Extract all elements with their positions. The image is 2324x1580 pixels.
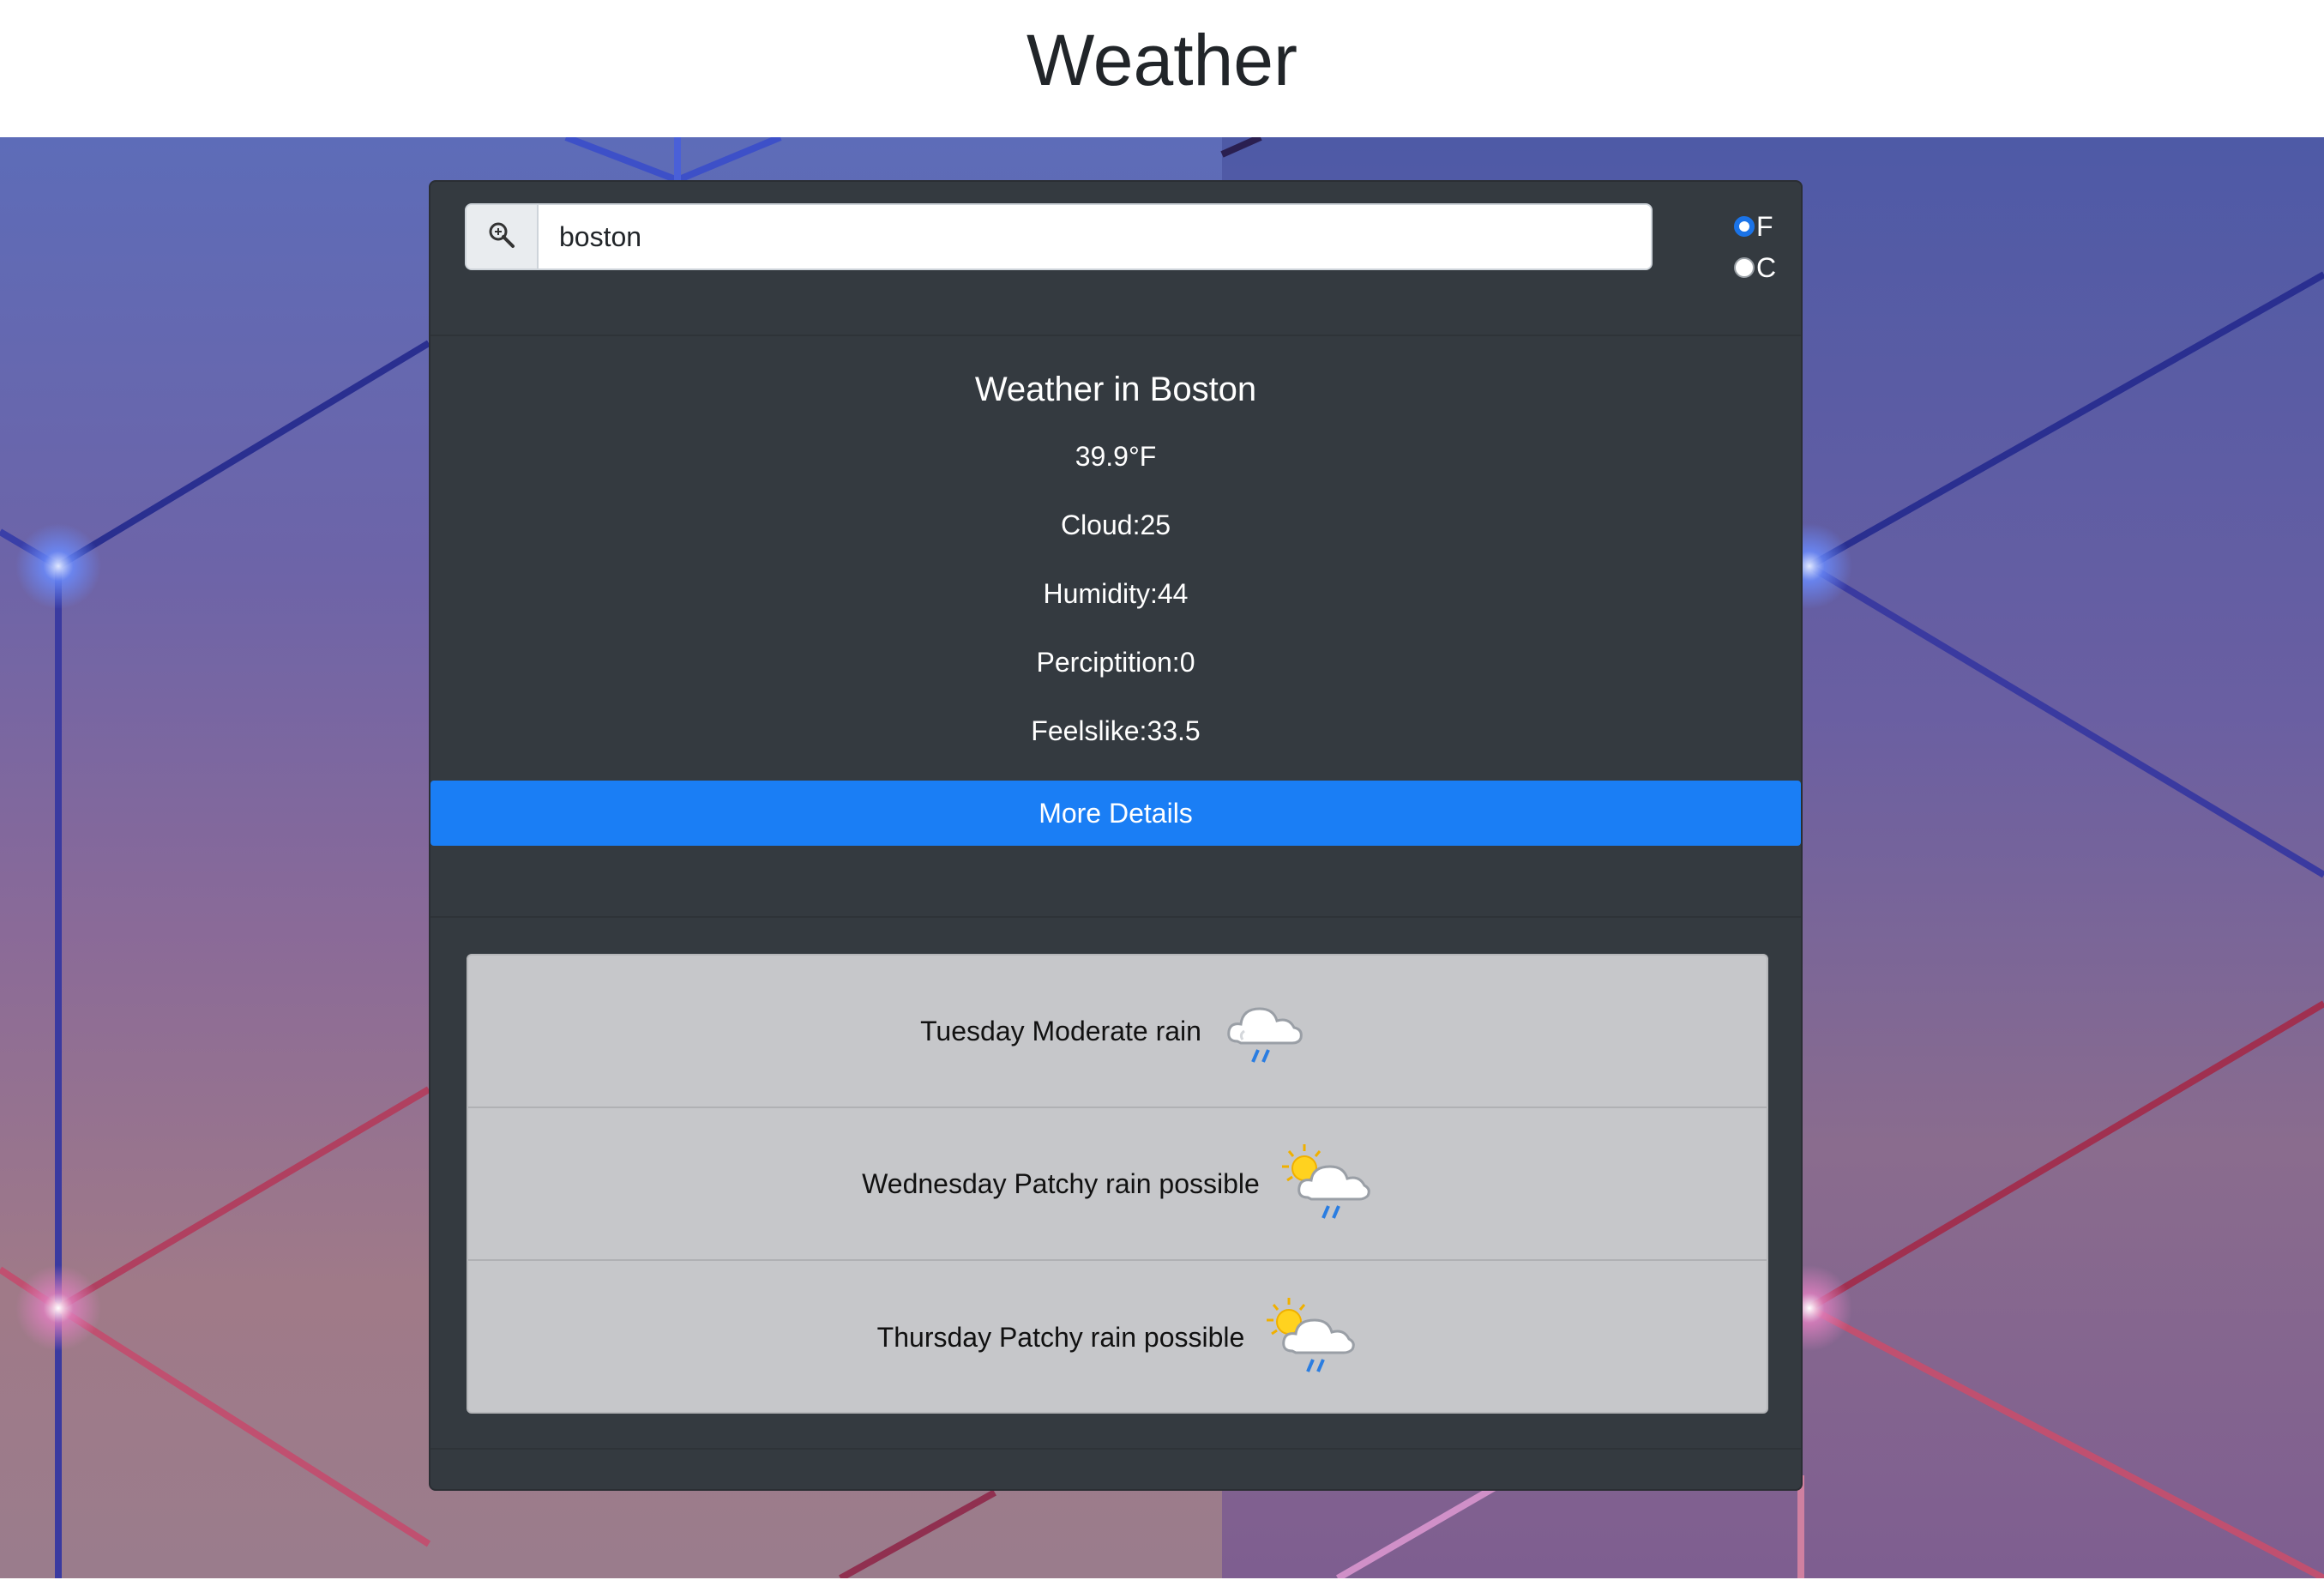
humidity-value: Humidity:44 <box>1043 578 1189 609</box>
search-input[interactable] <box>539 205 1651 268</box>
unit-c-radio[interactable] <box>1734 257 1755 278</box>
search-bar <box>465 203 1653 270</box>
unit-toggle: F C <box>1734 209 1776 285</box>
current-title: Weather in Boston <box>974 371 1257 408</box>
forecast-list: Tuesday Moderate rain Wednesday Patchy r… <box>467 954 1768 1414</box>
forecast-text: Tuesday Moderate rain <box>920 1015 1201 1046</box>
page-header: Weather <box>0 0 2324 137</box>
unit-c-label: C <box>1756 251 1777 283</box>
unit-option-f[interactable]: F <box>1734 209 1776 244</box>
page-title: Weather <box>1027 19 1297 100</box>
cloud-value: Cloud:25 <box>1060 510 1171 540</box>
sun-rain-cloud-icon <box>1263 1294 1358 1380</box>
rain-cloud-icon <box>1220 988 1315 1074</box>
unit-f-label: F <box>1756 210 1773 242</box>
temperature-value: 39.9°F <box>1075 441 1157 472</box>
feelslike-value: Feelslike:33.5 <box>1031 715 1201 746</box>
search-zoom-icon <box>486 220 517 255</box>
forecast-item[interactable]: Thursday Patchy rain possible <box>468 1261 1767 1412</box>
divider <box>430 916 1801 918</box>
forecast-item[interactable]: Wednesday Patchy rain possible <box>468 1108 1767 1261</box>
precipitation-value: Perciptition:0 <box>1036 647 1195 678</box>
weather-card: F C Weather in Boston 39.9°F Cloud:25 Hu… <box>429 180 1803 1491</box>
forecast-item[interactable]: Tuesday Moderate rain <box>468 956 1767 1108</box>
unit-f-radio[interactable] <box>1734 216 1755 237</box>
forecast-text: Wednesday Patchy rain possible <box>862 1167 1260 1199</box>
sun-rain-cloud-icon <box>1279 1141 1373 1227</box>
search-addon[interactable] <box>467 205 539 268</box>
unit-option-c[interactable]: C <box>1734 250 1776 285</box>
current-weather: Weather in Boston 39.9°F Cloud:25 Humidi… <box>430 336 1801 765</box>
more-details-button[interactable]: More Details <box>430 781 1801 846</box>
forecast-text: Thursday Patchy rain possible <box>876 1321 1245 1353</box>
divider <box>430 1448 1801 1450</box>
